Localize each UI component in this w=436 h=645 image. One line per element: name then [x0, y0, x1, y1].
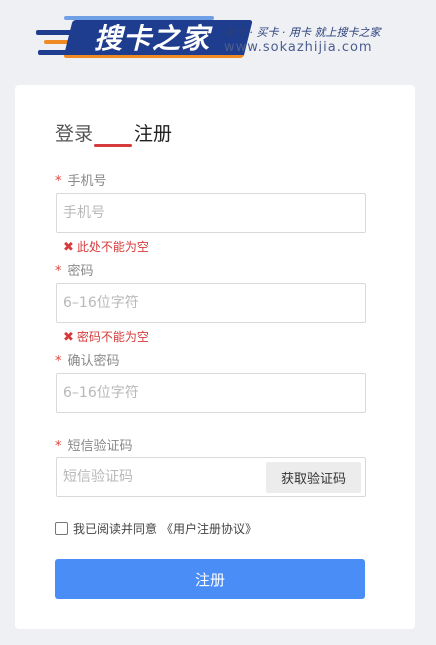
password-label-text: 密码: [67, 264, 94, 279]
phone-label: * 手机号: [55, 170, 107, 189]
phone-label-text: 手机号: [67, 174, 107, 189]
get-code-button[interactable]: 获取验证码: [266, 462, 361, 493]
logo-name: 搜卡之家: [94, 22, 211, 55]
sms-code-input[interactable]: [57, 458, 262, 496]
required-mark: *: [55, 264, 62, 279]
sms-code-group: 获取验证码: [56, 457, 366, 497]
required-mark: *: [55, 174, 62, 189]
confirm-password-input[interactable]: [56, 373, 366, 413]
phone-error: ✖ 此处不能为空: [63, 238, 149, 255]
confirm-label-text: 确认密码: [67, 354, 120, 369]
error-icon: ✖: [63, 240, 74, 255]
agree-text: 我已阅读并同意: [73, 522, 158, 536]
required-mark: *: [55, 439, 62, 454]
phone-input[interactable]: [56, 193, 366, 233]
register-card: 登录 注册 *手机号 ✖此处不能为空 *密码 ✖密码不能为空 *确认密码 *短信…: [15, 85, 415, 629]
phone-error-text: 此处不能为空: [76, 240, 149, 254]
password-input[interactable]: [56, 283, 366, 323]
confirm-password-label: * 确认密码: [55, 350, 120, 369]
agreement-row: 我已阅读并同意 《用户注册协议》: [55, 520, 257, 537]
logo-slogan: 看卡 · 买卡 · 用卡 就上搜卡之家: [224, 26, 381, 39]
user-agreement-link[interactable]: 《用户注册协议》: [161, 520, 257, 537]
site-logo[interactable]: 搜卡之家 看卡 · 买卡 · 用卡 就上搜卡之家 www.sokazhijia.…: [36, 12, 396, 64]
sms-code-label: * 短信验证码: [55, 435, 133, 454]
tab-register[interactable]: 注册: [134, 119, 172, 146]
active-tab-indicator: [94, 144, 132, 147]
tab-login[interactable]: 登录: [55, 119, 93, 146]
error-icon: ✖: [63, 330, 74, 345]
required-mark: *: [55, 354, 62, 369]
agree-checkbox[interactable]: [55, 522, 68, 535]
password-error-text: 密码不能为空: [76, 330, 149, 344]
sms-label-text: 短信验证码: [67, 439, 133, 454]
register-submit-button[interactable]: 注册: [55, 559, 365, 599]
password-label: * 密码: [55, 260, 94, 279]
password-error: ✖ 密码不能为空: [63, 328, 149, 345]
logo-url: www.sokazhijia.com: [224, 40, 373, 55]
